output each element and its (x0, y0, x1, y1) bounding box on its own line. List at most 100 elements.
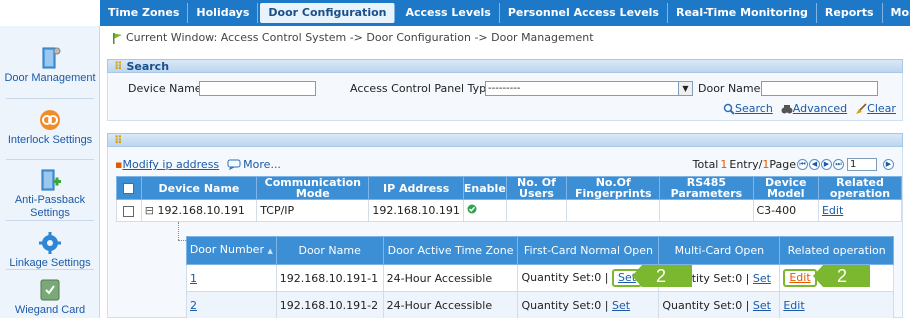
pager-total: 1 (720, 158, 728, 171)
advanced-button[interactable]: Advanced (781, 102, 847, 115)
more-button[interactable]: More... (227, 158, 281, 171)
speech-bubble-icon (227, 159, 241, 171)
sort-icon: ▲ (267, 247, 273, 255)
last-page-icon[interactable]: ⏭ (833, 159, 844, 170)
device-table: Device Name Communication Mode IP Addres… (116, 176, 903, 222)
top-nav: Time Zones Holidays Door Configuration A… (100, 0, 910, 26)
panel-type-value: --------- (488, 83, 521, 94)
first-page-icon[interactable]: ⏮ (797, 159, 808, 170)
sidebar-item-wiegand-card[interactable]: Wiegand Card (0, 278, 100, 317)
model-cell: C3-400 (752, 199, 819, 222)
col-users[interactable]: No. Of Users (505, 176, 568, 200)
binoculars-icon (781, 103, 793, 115)
multi-card-set-link[interactable]: Set (753, 272, 771, 285)
col-enable[interactable]: Enable (462, 176, 507, 200)
first-card-set-link[interactable]: Set (612, 299, 630, 312)
pager: Total 1 Entry/ 1 Page ⏮ ◀ ▶ ⏭ 1 ▶ (693, 158, 894, 171)
sidebar-item-anti-passback-settings[interactable]: Anti-Passback Settings (0, 168, 100, 220)
pager-pages: 1 (762, 158, 770, 171)
panel-type-select[interactable]: --------- ▼ (485, 81, 693, 96)
sidebar-divider (6, 159, 94, 160)
col-related-operation[interactable]: Related operation (817, 176, 903, 200)
door-name-cell: 192.168.10.191-2 (275, 291, 384, 318)
door-number-link[interactable]: 1 (190, 272, 197, 285)
search-button[interactable]: Search (723, 102, 773, 115)
tab-real-time-monitoring[interactable]: Real-Time Monitoring (668, 3, 817, 23)
prev-page-icon[interactable]: ◀ (809, 159, 820, 170)
enable-cell (462, 199, 507, 222)
tab-reports[interactable]: Reports (817, 3, 883, 23)
select-all-checkbox[interactable] (123, 182, 135, 194)
search-actions: Search Advanced Clear (723, 102, 896, 115)
col-fingerprints[interactable]: No.Of Fingerprints (566, 176, 661, 200)
tab-time-zones[interactable]: Time Zones (100, 3, 189, 23)
door-name-input[interactable] (761, 81, 878, 96)
search-panel: Device Name: Access Control Panel Type: … (107, 73, 903, 121)
door-number-cell: 2 (186, 291, 277, 318)
more-link[interactable]: More... (243, 158, 281, 171)
sidebar-divider (6, 220, 94, 221)
col-ip-address[interactable]: IP Address (368, 176, 464, 200)
clear-link[interactable]: Clear (867, 102, 896, 115)
ip-cell: 192.168.10.191 (368, 199, 464, 222)
tab-holidays[interactable]: Holidays (188, 3, 259, 23)
breadcrumb-text: Current Window: Access Control System ->… (126, 31, 594, 44)
next-page-icon[interactable]: ▶ (821, 159, 832, 170)
edit-device-link[interactable]: Edit (822, 204, 843, 217)
row-checkbox[interactable] (123, 205, 135, 217)
table-row[interactable]: 2 192.168.10.191-2 24-Hour Accessible Qu… (186, 291, 894, 318)
chevron-down-icon: ▼ (678, 82, 692, 95)
table-row[interactable]: 1 192.168.10.191-1 24-Hour Accessible Qu… (186, 264, 894, 292)
search-panel-header: ⠿ Search (107, 59, 903, 73)
col-device-model[interactable]: Device Model (752, 176, 819, 200)
rs485-cell (659, 199, 754, 222)
callout-badge: 2 (632, 265, 692, 287)
sidebar-item-linkage-settings[interactable]: Linkage Settings (0, 231, 100, 270)
sidebar-item-interlock-settings[interactable]: Interlock Settings (0, 108, 100, 147)
col-door-name[interactable]: Door Name (275, 236, 384, 265)
first-card-cell: Quantity Set:0 | Set (517, 291, 660, 318)
page-number-input[interactable]: 1 (847, 158, 877, 171)
modify-ip-link[interactable]: Modify ip address (122, 158, 219, 171)
clear-button[interactable]: Clear (855, 102, 896, 115)
col-rs485[interactable]: RS485 Parameters (659, 176, 754, 200)
wiegand-card-icon (38, 278, 62, 302)
device-table-header: Device Name Communication Mode IP Addres… (116, 176, 903, 200)
col-first-card[interactable]: First-Card Normal Open (517, 236, 660, 265)
breadcrumb: Current Window: Access Control System ->… (112, 31, 594, 44)
door-number-cell: 1 (186, 264, 277, 292)
pager-total-label: Total (692, 158, 719, 171)
sidebar-item-label: Door Management (4, 72, 96, 84)
edit-door-link[interactable]: Edit (789, 271, 810, 284)
anti-passback-icon (38, 168, 62, 192)
row-select-cell[interactable] (116, 199, 142, 222)
edit-door-link[interactable]: Edit (783, 299, 804, 312)
col-communication-mode[interactable]: Communication Mode (256, 176, 370, 200)
col-device-name[interactable]: Device Name (140, 176, 258, 200)
device-name-input[interactable] (199, 81, 316, 96)
tab-personnel-access-levels[interactable]: Personnel Access Levels (500, 3, 668, 23)
go-page-icon[interactable]: ▶ (883, 159, 894, 170)
panel-type-label: Access Control Panel Type: (350, 82, 497, 95)
sidebar-divider (6, 269, 94, 270)
comm-mode-cell: TCP/IP (256, 199, 370, 222)
col-door-operation[interactable]: Related operation (779, 236, 894, 265)
collapse-icon[interactable]: ⊟ (145, 204, 158, 217)
tab-more[interactable]: More... (883, 3, 910, 23)
multi-card-set-link[interactable]: Set (753, 299, 771, 312)
interlock-icon (38, 108, 62, 132)
door-number-link[interactable]: 2 (190, 299, 197, 312)
col-multi-card[interactable]: Multi-Card Open (658, 236, 781, 265)
pager-page-label: Page (769, 158, 796, 171)
select-all-header[interactable] (116, 176, 142, 200)
door-table-header: Door Number ▲ Door Name Door Active Time… (186, 236, 894, 265)
col-door-number[interactable]: Door Number ▲ (186, 236, 277, 265)
sidebar-item-door-management[interactable]: Door Management (0, 46, 100, 85)
col-door-time-zone[interactable]: Door Active Time Zone (382, 236, 519, 265)
tab-access-levels[interactable]: Access Levels (397, 3, 500, 23)
tab-door-configuration[interactable]: Door Configuration (260, 3, 396, 23)
search-link[interactable]: Search (735, 102, 773, 115)
advanced-link[interactable]: Advanced (793, 102, 847, 115)
table-row[interactable]: ⊟ 192.168.10.191 TCP/IP 192.168.10.191 C… (116, 199, 903, 222)
modify-ip-button[interactable]: ▪Modify ip address (115, 158, 219, 171)
